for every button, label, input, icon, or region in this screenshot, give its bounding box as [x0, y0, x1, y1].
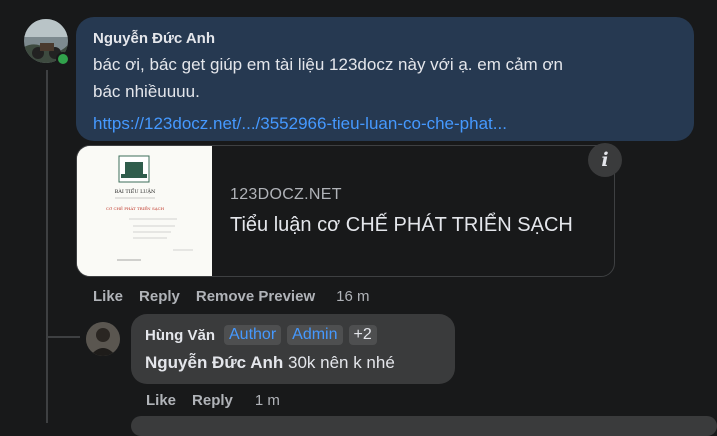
comment-actions: Like Reply Remove Preview 16 m	[93, 288, 385, 305]
thumbnail-heading: BÀI TIỂU LUẬN	[115, 187, 156, 195]
comment-timestamp[interactable]: 16 m	[336, 288, 369, 305]
like-button[interactable]: Like	[93, 288, 123, 305]
thread-line-branch	[46, 318, 48, 338]
reply-text: Nguyễn Đức Anh 30k nên k nhé	[145, 353, 441, 373]
link-preview-card[interactable]: BÀI TIỂU LUẬN CƠ CHẾ PHÁT TRIỂN SẠCH 123…	[76, 145, 615, 277]
reply-bubble: Hùng Văn Author Admin +2 Nguyễn Đức Anh …	[131, 314, 455, 384]
reply-avatar[interactable]	[86, 322, 120, 356]
admin-badge: Admin	[287, 325, 343, 345]
info-icon[interactable]: i	[588, 143, 622, 177]
thumbnail-subheading: CƠ CHẾ PHÁT TRIỂN SẠCH	[106, 205, 165, 211]
comment-bubble: Nguyễn Đức Anh bác ơi, bác get giúp em t…	[76, 17, 694, 141]
preview-thumbnail: BÀI TIỂU LUẬN CƠ CHẾ PHÁT TRIỂN SẠCH	[77, 146, 212, 276]
reply-actions: Like Reply 1 m	[146, 392, 296, 409]
thread-line-connector	[48, 336, 80, 338]
preview-domain: 123DOCZ.NET	[230, 186, 342, 203]
reply-mention[interactable]: Nguyễn Đức Anh	[145, 353, 283, 372]
comment-link[interactable]: https://123docz.net/.../3552966-tieu-lua…	[93, 110, 678, 137]
comment-author[interactable]: Nguyễn Đức Anh	[93, 29, 678, 49]
author-badge: Author	[224, 325, 282, 345]
reply-reply-button[interactable]: Reply	[192, 392, 233, 409]
next-comment-bubble	[131, 416, 717, 436]
more-badges[interactable]: +2	[348, 325, 377, 345]
reply-message: 30k nên k nhé	[287, 353, 395, 372]
comment-message: bác ơi, bác get giúp em tài liệu 123docz…	[93, 55, 564, 101]
preview-title[interactable]: Tiểu luận cơ CHẾ PHÁT TRIỂN SẠCH	[230, 214, 573, 237]
reply-author[interactable]: Hùng Văn	[145, 327, 215, 344]
reply-timestamp[interactable]: 1 m	[255, 392, 280, 409]
remove-preview-button[interactable]: Remove Preview	[196, 288, 315, 305]
thread-line-vertical	[46, 70, 48, 423]
reply-like-button[interactable]: Like	[146, 392, 176, 409]
online-status-dot	[56, 52, 70, 66]
reply-button[interactable]: Reply	[139, 288, 180, 305]
reply-header: Hùng Văn Author Admin +2	[145, 323, 441, 347]
